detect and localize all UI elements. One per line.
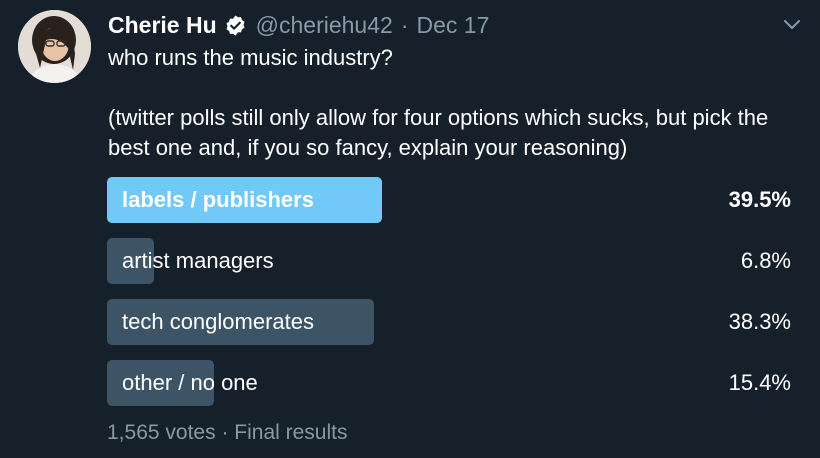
- author-name[interactable]: Cherie Hu: [108, 12, 217, 39]
- poll-option-label: other / no one: [122, 370, 258, 395]
- author-handle[interactable]: @cheriehu42: [256, 12, 393, 39]
- poll-option-percent: 6.8%: [740, 248, 791, 273]
- tweet-date[interactable]: Dec 17: [416, 12, 489, 39]
- poll: labels / publishers 39.5% artist manager…: [107, 177, 791, 421]
- poll-option-label: artist managers: [122, 248, 274, 273]
- footer-separator: ·: [221, 421, 229, 444]
- vote-count: 1,565 votes: [107, 421, 216, 444]
- avatar[interactable]: [18, 10, 91, 83]
- poll-status: Final results: [234, 421, 348, 444]
- poll-option: tech conglomerates 38.3%: [107, 299, 791, 345]
- poll-option: other / no one 15.4%: [107, 360, 791, 406]
- chevron-down-icon[interactable]: [782, 14, 802, 34]
- separator-dot: ·: [400, 11, 409, 38]
- poll-option-label: labels / publishers: [122, 187, 314, 212]
- profile-photo: [18, 10, 91, 83]
- poll-option-percent: 15.4%: [728, 370, 791, 395]
- tweet-header: Cherie Hu @cheriehu42 · Dec 17: [108, 9, 489, 41]
- poll-footer: 1,565 votes · Final results: [107, 421, 347, 445]
- poll-option: labels / publishers 39.5%: [107, 177, 791, 223]
- poll-option-label: tech conglomerates: [122, 309, 314, 334]
- poll-option: artist managers 6.8%: [107, 238, 791, 284]
- verified-badge-icon: [224, 14, 247, 37]
- poll-option-percent: 39.5%: [728, 187, 791, 212]
- poll-option-percent: 38.3%: [728, 309, 791, 334]
- tweet-text: who runs the music industry? (twitter po…: [108, 45, 769, 160]
